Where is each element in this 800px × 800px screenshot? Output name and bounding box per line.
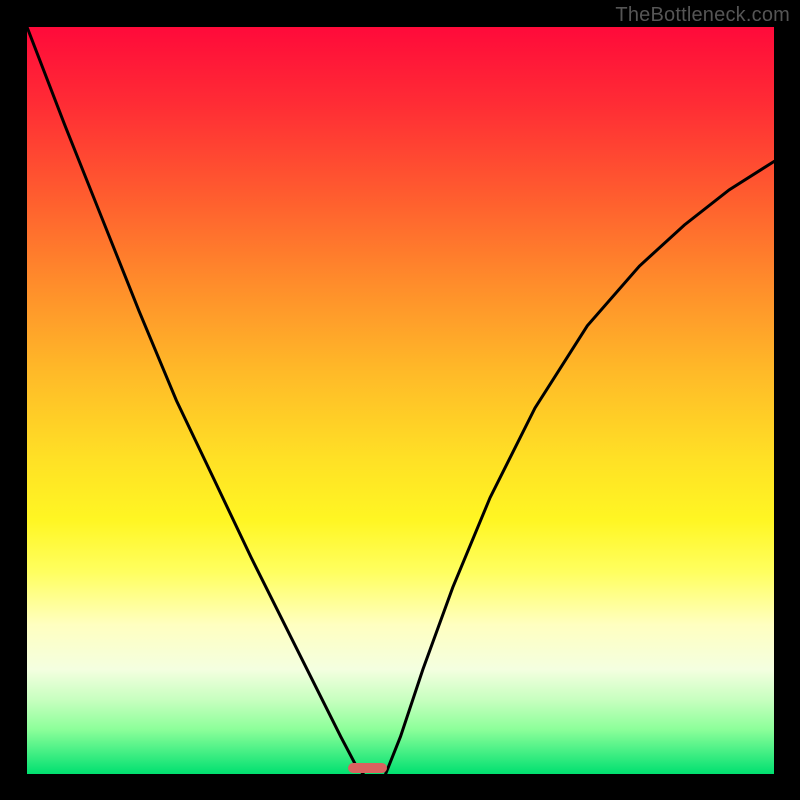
curves-svg bbox=[27, 27, 774, 774]
optimal-marker bbox=[348, 763, 387, 773]
curve-right-branch bbox=[386, 162, 774, 775]
chart-frame: TheBottleneck.com bbox=[0, 0, 800, 800]
curve-left-branch bbox=[27, 27, 363, 774]
watermark-label: TheBottleneck.com bbox=[615, 4, 790, 27]
plot-area bbox=[27, 27, 774, 774]
